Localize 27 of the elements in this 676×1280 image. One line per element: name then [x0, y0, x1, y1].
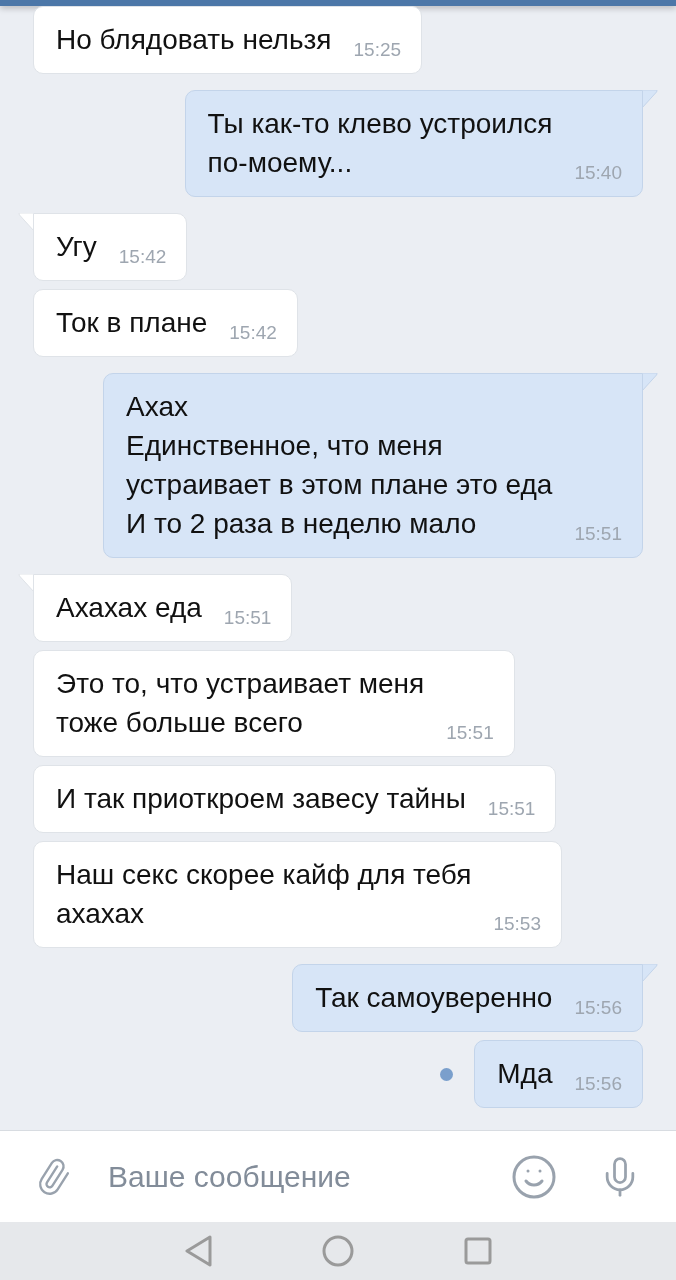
message-text: Это то, что устраивает меня тоже больше всего [56, 667, 425, 740]
message-text: Ток в плане [56, 306, 208, 340]
message-time: 15:53 [492, 913, 541, 935]
message-text: Угу [56, 230, 97, 264]
recent-apps-icon[interactable] [464, 1237, 492, 1265]
message-text: И так приоткроем завесу тайны [56, 782, 466, 816]
message-time: 15:56 [573, 997, 622, 1019]
message-text: Но блядовать нельзя [56, 23, 332, 57]
message-text: Мда [497, 1057, 553, 1091]
message-time: 15:42 [117, 246, 167, 268]
message-text: Ты как-то клево устроился по-моему... [207, 107, 553, 180]
message-time: 15:51 [573, 523, 622, 545]
message-text: Ахахах еда [56, 591, 202, 625]
message-input[interactable]: Ваше сообщение [108, 1154, 510, 1199]
message-time: 15:56 [573, 1073, 622, 1095]
message-time: 15:51 [445, 722, 494, 744]
back-icon[interactable] [184, 1235, 212, 1267]
message-text: Ахах Единственное, что меня устраивает в этом плане это еда И то 2 раза в неделю мало [126, 390, 553, 541]
message-time: 15:25 [352, 39, 402, 61]
message-time: 15:40 [573, 162, 622, 184]
composer-bar[interactable]: Ваше сообщение [0, 1130, 676, 1222]
message-text: Наш секс скорее кайф для тебя ахахах [56, 858, 472, 931]
message-time: 15:51 [486, 798, 536, 820]
home-icon[interactable] [322, 1235, 354, 1267]
message-text: Так самоуверенно [315, 981, 553, 1015]
message-time: 15:42 [228, 322, 277, 344]
message-time: 15:51 [222, 607, 272, 629]
